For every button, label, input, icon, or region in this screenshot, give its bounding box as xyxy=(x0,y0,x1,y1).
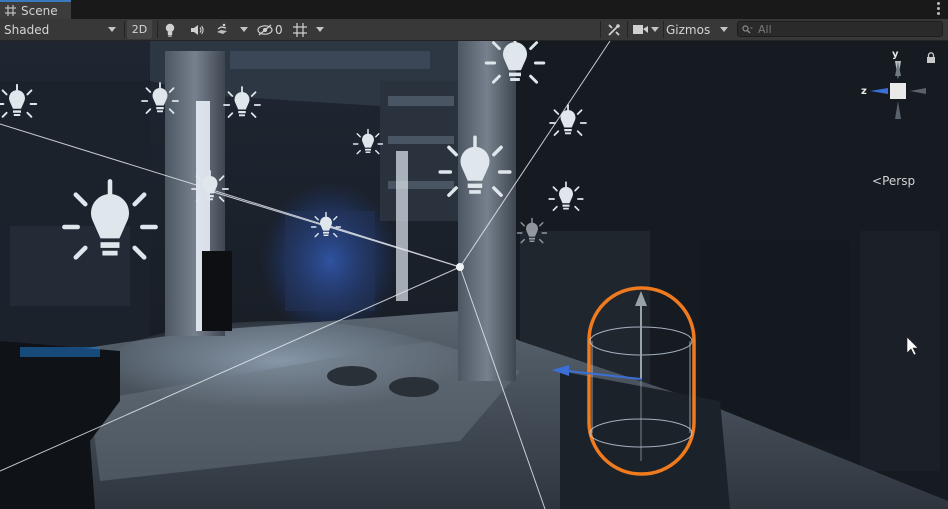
projection-label: Persp xyxy=(882,174,916,188)
effects-dropdown[interactable] xyxy=(238,20,250,39)
tools-icon xyxy=(608,23,620,36)
camera-icon xyxy=(632,25,648,34)
grid-snap-button[interactable] xyxy=(292,20,308,39)
search-placeholder: All xyxy=(758,22,772,36)
window-menu-icon[interactable] xyxy=(937,2,940,15)
effects-icon xyxy=(217,23,227,34)
chevron-down-icon xyxy=(108,27,116,32)
chevron-down-icon xyxy=(720,27,728,32)
projection-toggle[interactable]: <Persp xyxy=(872,174,915,188)
audio-toggle-button[interactable] xyxy=(188,20,206,39)
tab-scene-label: Scene xyxy=(21,3,58,18)
visibility-icon xyxy=(257,24,273,35)
toggle-2d-label: 2D xyxy=(131,23,148,36)
shading-mode-dropdown[interactable]: Shaded xyxy=(4,20,120,39)
chevron-down-icon xyxy=(240,27,248,32)
scene-viewport[interactable]: y z <Persp xyxy=(0,41,948,509)
camera-settings-dropdown[interactable] xyxy=(649,20,661,39)
hidden-count: 0 xyxy=(275,22,283,37)
chevron-down-icon xyxy=(651,27,659,32)
lock-icon[interactable] xyxy=(926,52,936,63)
scene-toolbar: Shaded 2D 0 Gizmos All xyxy=(0,19,948,41)
lighting-toggle-button[interactable] xyxy=(162,20,178,39)
axis-y-label: y xyxy=(892,49,899,60)
axis-z-label: z xyxy=(861,86,867,97)
tab-scene[interactable]: Scene xyxy=(0,0,71,19)
tab-bar: Scene xyxy=(0,0,948,20)
audio-icon xyxy=(191,24,204,35)
gizmos-label: Gizmos xyxy=(666,22,711,37)
chevron-left-icon: < xyxy=(872,174,883,188)
camera-settings-button[interactable] xyxy=(632,20,648,39)
scene-render xyxy=(0,41,948,509)
light-icon xyxy=(165,23,175,37)
shading-mode-label: Shaded xyxy=(4,22,50,37)
hidden-objects-toggle[interactable]: 0 xyxy=(257,20,285,39)
tools-button[interactable] xyxy=(605,20,623,39)
effects-toggle-button[interactable] xyxy=(213,20,231,39)
search-icon xyxy=(742,24,753,33)
toggle-2d-button[interactable]: 2D xyxy=(127,20,152,39)
grid-icon xyxy=(5,5,16,16)
chevron-down-icon xyxy=(316,27,324,32)
grid-snap-icon xyxy=(293,22,307,37)
scene-search-input[interactable]: All xyxy=(737,21,943,37)
grid-snap-dropdown[interactable] xyxy=(314,20,326,39)
gizmos-dropdown[interactable]: Gizmos xyxy=(666,20,732,39)
